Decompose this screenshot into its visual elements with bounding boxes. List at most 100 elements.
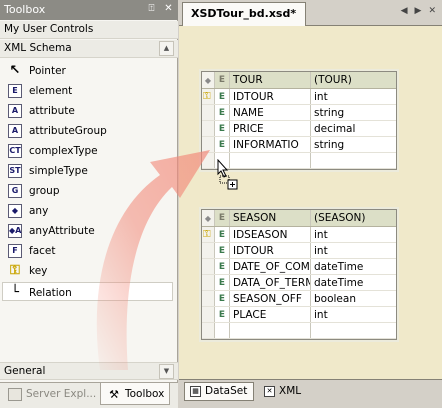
tab-label: DataSet [205, 385, 248, 397]
xml-icon: ✕ [264, 386, 275, 397]
row-indicator [202, 137, 215, 152]
toolbox-item-element[interactable]: Eelement [0, 81, 178, 101]
toolbox-item-label: element [29, 85, 73, 97]
table-row[interactable]: ⚿ E IDTOUR int [202, 89, 396, 105]
table-row[interactable]: E SEASON_OFF boolean [202, 291, 396, 307]
field-name[interactable]: PLACE [230, 307, 311, 322]
scroll-left-icon[interactable]: ◀ [401, 6, 408, 16]
any-attribute-icon: ◆A [8, 224, 22, 238]
toolbox-item-any[interactable]: ◆ any [0, 201, 178, 221]
drag-copy-cursor-icon [217, 159, 238, 190]
table-row[interactable]: E DATA_OF_TERMI dateTime [202, 275, 396, 291]
field-name[interactable]: DATE_OF_COMM [230, 259, 311, 274]
row-indicator [202, 243, 215, 258]
group-xml-schema[interactable]: XML Schema ▲ [0, 40, 178, 58]
table-tour[interactable]: ◆ E TOUR (TOUR) ⚿ E IDTOUR int E NAME string E P… [199, 69, 399, 172]
element-kind-icon: E [215, 275, 230, 290]
field-name[interactable]: DATA_OF_TERMI [230, 275, 311, 290]
field-name[interactable]: SEASON_OFF [230, 291, 311, 306]
field-name[interactable]: PRICE [230, 121, 311, 136]
field-name[interactable]: INFORMATIO [230, 137, 311, 152]
field-type[interactable]: int [311, 89, 328, 104]
table-row[interactable]: E PRICE decimal [202, 121, 396, 137]
element-kind-icon: E [215, 89, 230, 104]
scroll-right-icon[interactable]: ▶ [415, 6, 422, 16]
toolbox-item-facet[interactable]: Ffacet [0, 241, 178, 261]
toolbox-item-key[interactable]: ⚿ key [0, 261, 178, 281]
table-type-icon: E [215, 210, 230, 226]
toolbox-item-attributegroup[interactable]: AattributeGroup [0, 121, 178, 141]
table-type: (SEASON) [314, 212, 366, 224]
toolbox-panel: Toolbox ⍐ ✕ My User Controls XML Schema … [0, 0, 178, 408]
toolbox-item-list: ↖ Pointer Eelement Aattribute AattributeGrou… [0, 61, 178, 301]
toolbox-item-group[interactable]: Ggroup [0, 181, 178, 201]
field-type[interactable]: dateTime [311, 259, 363, 274]
table-season[interactable]: ◆ E SEASON (SEASON) ⚿ E IDSEASON int E IDTOUR… [199, 207, 399, 342]
scroll-down-icon[interactable]: ▼ [159, 364, 174, 379]
table-header[interactable]: ◆ E TOUR (TOUR) [202, 72, 396, 89]
group-my-user-controls[interactable]: My User Controls [0, 21, 178, 39]
collapse-diamond-icon[interactable]: ◆ [202, 72, 215, 88]
close-document-icon[interactable]: ✕ [428, 6, 436, 16]
key-icon: ⚿ [10, 263, 20, 278]
field-type[interactable]: boolean [311, 291, 356, 306]
row-indicator: ⚿ [202, 227, 215, 242]
toolbox-bottom-tabs: Server Expl... ⚒ Toolbox [0, 382, 178, 408]
table-row[interactable]: E IDTOUR int [202, 243, 396, 259]
field-type[interactable]: int [311, 307, 328, 322]
toolbox-item-attribute[interactable]: Aattribute [0, 101, 178, 121]
toolbox-item-simpletype[interactable]: ST simpleType [0, 161, 178, 181]
table-row[interactable]: E DATE_OF_COMM dateTime [202, 259, 396, 275]
tab-xsd-document[interactable]: XSDTour_bd.xsd* [182, 2, 307, 26]
dataset-icon: ▦ [190, 386, 201, 397]
field-type[interactable]: string [311, 105, 344, 120]
field-type[interactable]: int [311, 227, 328, 242]
table-row-empty[interactable] [202, 323, 396, 339]
table-row[interactable]: E PLACE int [202, 307, 396, 323]
collapse-diamond-icon[interactable]: ◆ [202, 210, 215, 226]
tab-server-explorer[interactable]: Server Expl... [2, 385, 100, 405]
close-icon[interactable]: ✕ [162, 2, 175, 16]
tab-xml[interactable]: ✕ XML [259, 383, 309, 402]
toolbox-item-relation[interactable]: └ Relation [2, 282, 173, 301]
tab-dataset[interactable]: ▦ DataSet [184, 382, 254, 401]
field-type[interactable]: int [311, 243, 328, 258]
table-row[interactable]: E NAME string [202, 105, 396, 121]
toolbox-item-complextype[interactable]: CT complexType [0, 141, 178, 161]
element-kind-icon: E [215, 121, 230, 136]
schema-canvas[interactable]: ◆ E TOUR (TOUR) ⚿ E IDTOUR int E NAME string E P… [179, 27, 442, 379]
group-general[interactable]: General ▼ [0, 362, 178, 380]
tab-toolbox[interactable]: ⚒ Toolbox [100, 383, 170, 405]
view-tab-strip: ▦ DataSet ✕ XML [179, 379, 442, 408]
field-name[interactable]: IDTOUR [230, 243, 311, 258]
toolbox-item-label: anyAttribute [29, 225, 95, 237]
tab-label: Server Expl... [26, 388, 97, 400]
pin-icon[interactable]: ⍐ [145, 2, 158, 16]
toolbox-item-label: key [29, 265, 48, 277]
field-type[interactable]: string [311, 137, 344, 152]
document-controls: ◀ ▶ ✕ [401, 6, 436, 16]
tab-label: XML [279, 385, 302, 397]
toolbox-item-pointer[interactable]: ↖ Pointer [0, 61, 178, 81]
table-header[interactable]: ◆ E SEASON (SEASON) [202, 210, 396, 227]
row-indicator [202, 307, 215, 322]
field-name[interactable]: IDTOUR [230, 89, 311, 104]
document-tab-strip: XSDTour_bd.xsd* ◀ ▶ ✕ [179, 0, 442, 26]
toolbox-item-anyattribute[interactable]: ◆A anyAttribute [0, 221, 178, 241]
table-row[interactable]: ⚿ E IDSEASON int [202, 227, 396, 243]
field-type[interactable]: dateTime [311, 275, 363, 290]
table-type: (TOUR) [314, 74, 352, 86]
row-indicator [202, 275, 215, 290]
scroll-up-icon[interactable]: ▲ [159, 41, 174, 56]
table-row[interactable]: E INFORMATIO string [202, 137, 396, 153]
toolbox-item-label: group [29, 185, 60, 197]
primary-key-icon: ⚿ [203, 91, 211, 102]
any-icon: ◆ [8, 204, 22, 218]
field-name[interactable]: NAME [230, 105, 311, 120]
toolbox-item-label: Pointer [29, 65, 66, 77]
field-type[interactable]: decimal [311, 121, 355, 136]
relation-icon: └ [11, 285, 19, 300]
table-name: SEASON [230, 210, 311, 226]
field-name[interactable]: IDSEASON [230, 227, 311, 242]
table-type-icon: E [215, 72, 230, 88]
